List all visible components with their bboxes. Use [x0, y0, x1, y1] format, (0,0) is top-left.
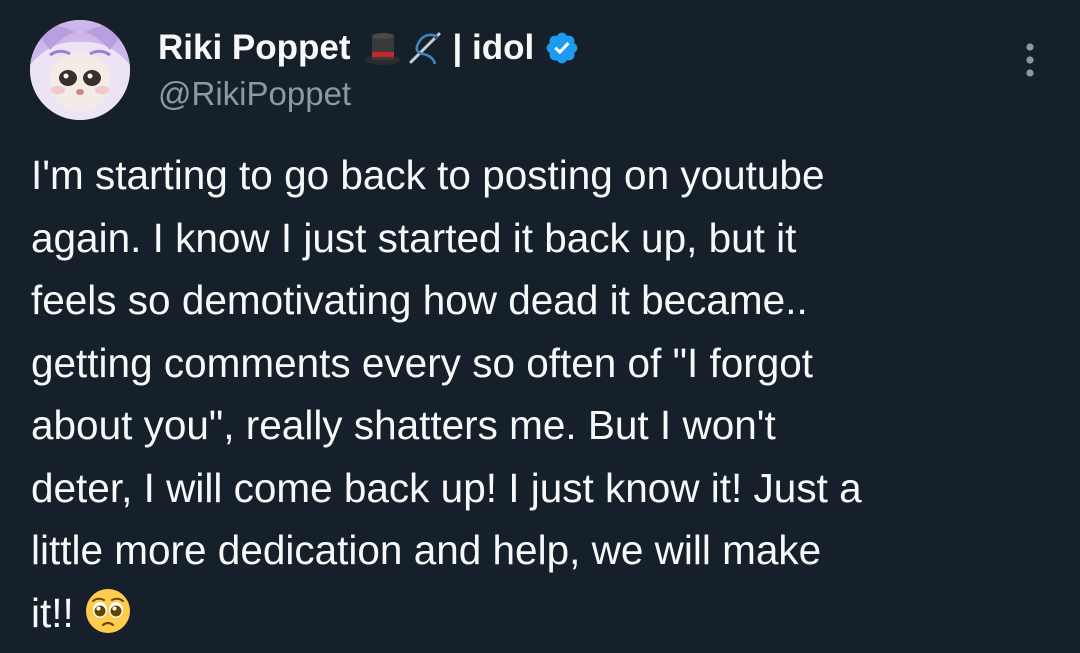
tweet-text-line: about you", really shatters me. But I wo…: [31, 402, 776, 448]
avatar-image: [30, 20, 130, 120]
handle[interactable]: @RikiPoppet: [158, 74, 1010, 114]
tweet-text-last-line: it!!: [31, 582, 1061, 645]
more-options-button[interactable]: [1012, 40, 1048, 80]
name-row: Riki Poppet | idol: [158, 26, 1010, 70]
name-emojis: [363, 28, 445, 68]
verified-badge-icon[interactable]: [544, 30, 580, 66]
tweet-header: Riki Poppet | idol @RikiPoppet: [158, 26, 1010, 114]
tweet-text-line: little more dedication and help, we will…: [31, 527, 822, 573]
pleading-face-icon: [84, 587, 132, 653]
tweet-card: Riki Poppet | idol @RikiPoppet I'm start…: [0, 0, 1080, 653]
tweet-text-line: it!!: [31, 589, 74, 636]
top-hat-icon: [364, 33, 401, 65]
avatar[interactable]: [30, 20, 130, 120]
display-name[interactable]: Riki Poppet: [158, 28, 351, 68]
tweet-text-line: getting comments every so often of "I fo…: [31, 339, 814, 386]
needle-thread-icon: [409, 32, 441, 65]
tweet-text: I'm starting to go back to posting on yo…: [31, 144, 1061, 644]
name-suffix: | idol: [452, 28, 535, 67]
tweet-text-line: deter, I will come back up! I just know …: [31, 464, 862, 511]
tweet-text-line: feels so demotivating how dead it became…: [31, 277, 808, 323]
more-vertical-icon: [1026, 43, 1034, 77]
tweet-text-line: again. I know I just started it back up,…: [31, 214, 797, 261]
tweet-text-line: I'm starting to go back to posting on yo…: [31, 152, 825, 198]
